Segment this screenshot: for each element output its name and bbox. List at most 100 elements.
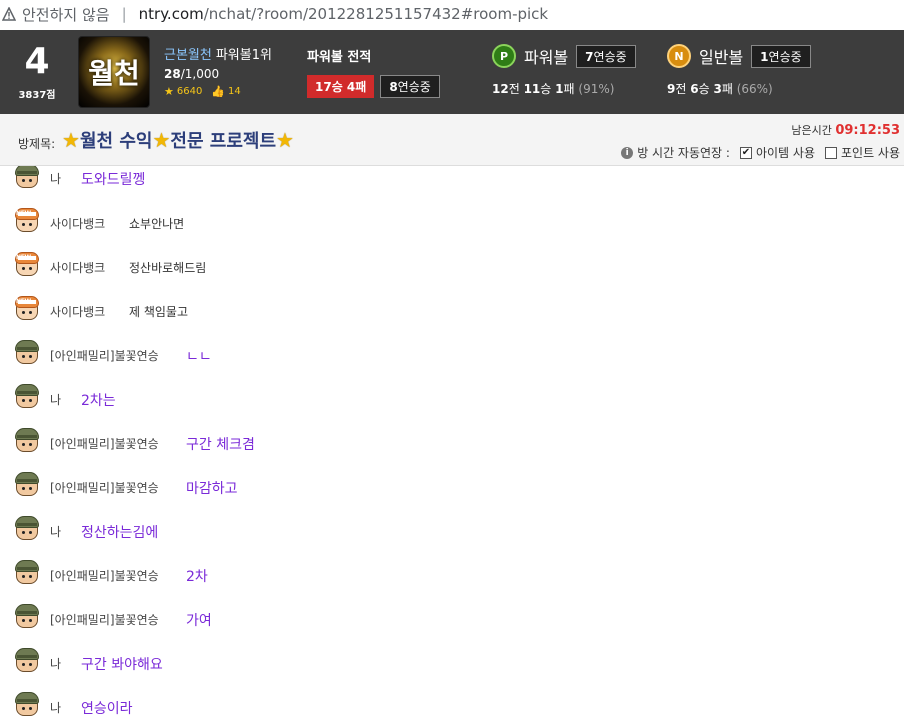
chat-nick[interactable]: 사이다뱅크 — [50, 215, 105, 232]
new-tag: NEW — [16, 254, 31, 261]
normalball-stats: N 일반볼 1연승중 9전 6승 3패 (66%) — [667, 44, 811, 97]
rank-block: 4 3837점 — [0, 30, 74, 114]
record-title: 파워볼 전적 — [307, 50, 372, 65]
chat-text: 구간 체크겸 — [186, 437, 255, 453]
chat-nick[interactable]: 나 — [50, 523, 61, 540]
pb-losses-unit: 패 — [563, 82, 575, 96]
remaining-time: 남은시간 09:12:53 — [791, 122, 900, 138]
thumbs-up-icon: 👍 — [211, 85, 226, 98]
nb-wins: 6 — [690, 82, 699, 96]
nb-games-unit: 전 — [675, 82, 687, 96]
chat-nick[interactable]: 나 — [50, 391, 61, 408]
like-count: 14 — [228, 86, 241, 97]
normalball-streak-text: 연승중 — [768, 49, 802, 64]
chat-text: 마감하고 — [186, 481, 238, 497]
rank-number: 4 — [24, 41, 50, 82]
auto-extend-label: 방 시간 자동연장 : — [637, 146, 730, 160]
chat-nick[interactable]: 사이다뱅크 — [50, 303, 105, 320]
warning-icon — [2, 7, 16, 21]
pb-wins: 11 — [523, 82, 541, 96]
chat-text: 2차는 — [81, 393, 116, 409]
powerball-summary: 12전 11승 1패 (91%) — [492, 80, 636, 97]
timer-label: 남은시간 — [791, 124, 832, 137]
url-path[interactable]: /nchat/?room/2012281251157432#room-pick — [204, 5, 548, 23]
soldier-avatar-icon[interactable] — [14, 340, 40, 366]
chat-text: 연승이라 — [81, 701, 133, 717]
url-separator: | — [121, 5, 127, 23]
point-use-label[interactable]: 포인트 사용 — [841, 144, 900, 161]
room-title-part2: 전문 프로젝트 — [170, 131, 277, 152]
soldier-avatar-icon[interactable] — [14, 384, 40, 410]
record-streak-num: 8 — [389, 80, 398, 94]
chat-text: 쇼부안나면 — [129, 217, 185, 231]
owner-stats: ★ 6640 👍 14 — [164, 85, 272, 98]
normalball-summary: 9전 6승 3패 (66%) — [667, 80, 811, 97]
new-user-avatar-icon[interactable]: NEW — [14, 296, 40, 322]
new-tag: NEW — [16, 210, 31, 217]
new-tag: NEW — [16, 298, 31, 305]
chat-nick[interactable]: 나 — [50, 699, 61, 716]
soldier-avatar-icon[interactable] — [14, 166, 40, 190]
chat-nick[interactable]: 나 — [50, 170, 61, 187]
pb-losses: 1 — [555, 82, 564, 96]
url-host[interactable]: ntry.com — [139, 5, 204, 23]
room-header: 4 3837점 월천 근본월천 파워볼1위 28/1,000 ★ 6640 👍 1… — [0, 30, 904, 114]
soldier-avatar-icon[interactable] — [14, 692, 40, 718]
powerball-coin-icon: P — [492, 44, 516, 68]
members-now: 28 — [164, 67, 181, 81]
owner-rank: 파워볼1위 — [215, 48, 272, 63]
powerball-streak-text: 연승중 — [593, 49, 627, 64]
powerball-stats: P 파워볼 7연승중 12전 11승 1패 (91%) — [492, 44, 636, 97]
chat-nick[interactable]: [아인패밀리]불꽃연승 — [50, 435, 159, 452]
normalball-label: 일반볼 — [699, 48, 744, 67]
pb-games: 12 — [492, 82, 509, 96]
pb-wins-unit: 승 — [540, 82, 552, 96]
normalball-streak-num: 1 — [760, 49, 769, 64]
point-use-checkbox[interactable] — [824, 146, 837, 159]
item-use-checkbox[interactable]: ✔ — [739, 146, 752, 159]
chat-text: 2차 — [186, 569, 208, 585]
nb-pct: (66%) — [736, 82, 773, 96]
new-user-avatar-icon[interactable]: NEW — [14, 208, 40, 234]
soldier-avatar-icon[interactable] — [14, 428, 40, 454]
chat-text: 가여 — [186, 613, 212, 629]
owner-info: 근본월천 파워볼1위 28/1,000 ★ 6640 👍 14 — [164, 44, 272, 98]
soldier-avatar-icon[interactable] — [14, 560, 40, 586]
info-icon[interactable]: i — [621, 146, 634, 159]
normalball-streak: 1연승중 — [751, 44, 811, 68]
powerball-record: 파워볼 전적 17승 4패 8연승중 — [307, 46, 440, 98]
chat-nick[interactable]: 사이다뱅크 — [50, 259, 105, 276]
chat-log[interactable]: 나 도와드릴껭 NEW 사이다뱅크 쇼부안나면 NEW 사이다뱅크 정산바로해드… — [0, 166, 904, 718]
new-user-avatar-icon[interactable]: NEW — [14, 252, 40, 278]
chat-text: 구간 봐야해요 — [81, 657, 163, 673]
item-use-label[interactable]: 아이템 사용 — [756, 144, 815, 161]
nb-wins-unit: 승 — [698, 82, 710, 96]
powerball-streak: 7연승중 — [576, 44, 636, 68]
chat-nick[interactable]: [아인패밀리]불꽃연승 — [50, 347, 159, 364]
room-options: i 방 시간 자동연장 : ✔ 아이템 사용 포인트 사용 — [621, 144, 900, 161]
insecure-label[interactable]: 안전하지 않음 — [22, 4, 110, 25]
room-title-label: 방제목: — [18, 137, 56, 151]
pb-pct: (91%) — [578, 82, 615, 96]
chat-nick[interactable]: [아인패밀리]불꽃연승 — [50, 479, 159, 496]
chat-nick[interactable]: [아인패밀리]불꽃연승 — [50, 611, 159, 628]
chat-text: ㄴㄴ — [186, 349, 212, 365]
timer-value: 09:12:53 — [835, 123, 900, 138]
soldier-avatar-icon[interactable] — [14, 648, 40, 674]
room-title-part1: 월천 수익 — [79, 131, 153, 152]
chat-nick[interactable]: [아인패밀리]불꽃연승 — [50, 567, 159, 584]
owner-name[interactable]: 근본월천 — [164, 48, 212, 63]
member-count: 28/1,000 — [164, 67, 272, 81]
soldier-avatar-icon[interactable] — [14, 604, 40, 630]
room-title: ★ 월천 수익 ★ 전문 프로젝트 ★ — [62, 127, 294, 153]
address-bar[interactable]: 안전하지 않음 | ntry.com/nchat/?room/201228125… — [0, 0, 904, 28]
soldier-avatar-icon[interactable] — [14, 472, 40, 498]
powerball-label: 파워볼 — [524, 48, 569, 67]
star-icon: ★ — [62, 128, 80, 152]
record-win-loss: 17승 4패 — [307, 75, 375, 98]
chat-nick[interactable]: 나 — [50, 655, 61, 672]
room-owner-avatar[interactable]: 월천 — [78, 36, 150, 108]
normalball-coin-icon: N — [667, 44, 691, 68]
rank-points: 3837점 — [18, 90, 56, 101]
soldier-avatar-icon[interactable] — [14, 516, 40, 542]
